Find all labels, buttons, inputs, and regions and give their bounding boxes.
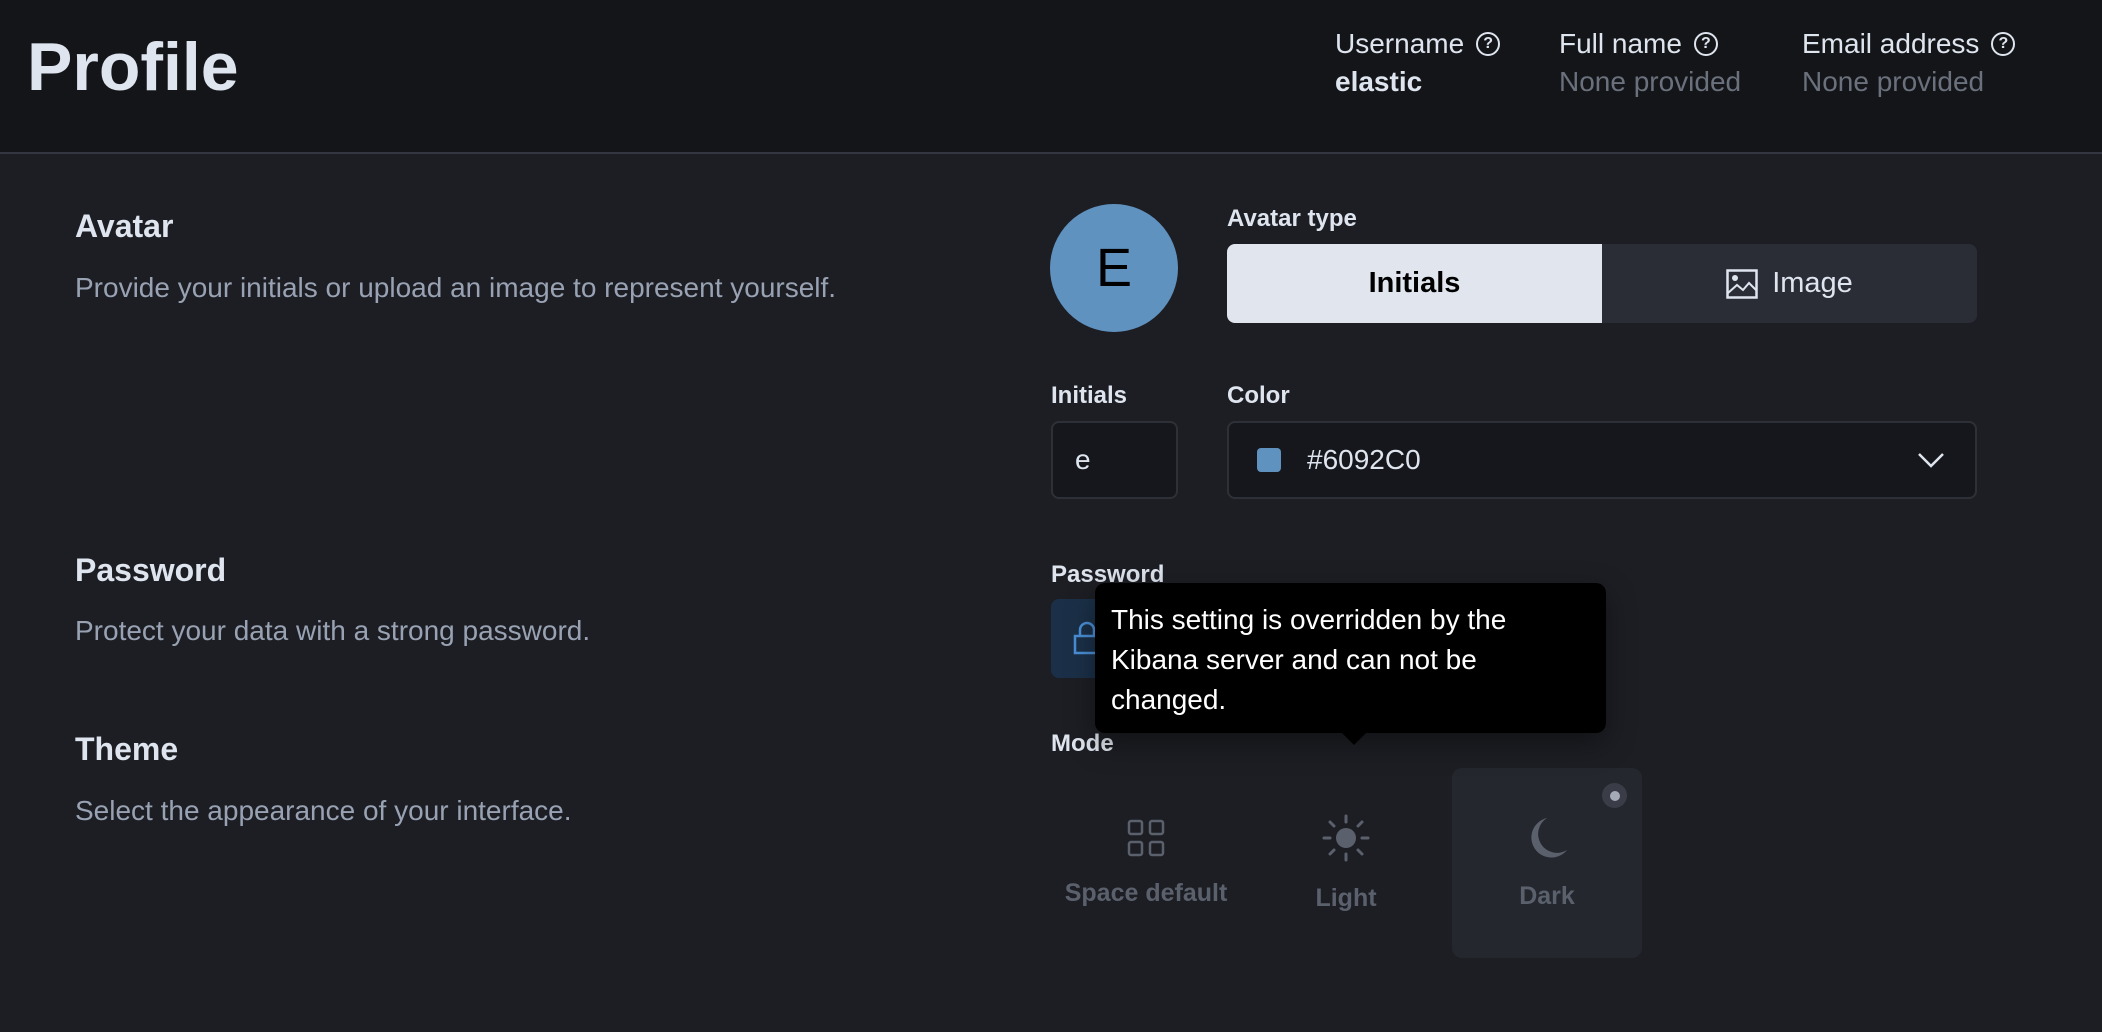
password-description: Protect your data with a strong password… — [75, 615, 591, 646]
email-field: Email address? None provided — [1802, 28, 2016, 98]
image-icon — [1726, 268, 1758, 299]
initials-option-button[interactable]: Initials — [1227, 244, 1602, 323]
avatar-type-toggle: Initials Image — [1227, 244, 1977, 323]
tooltip: This setting is overridden by the Kibana… — [1095, 583, 1606, 733]
password-heading: Password — [75, 552, 227, 588]
mode-option-space-default[interactable]: Space default — [1051, 768, 1241, 958]
tooltip-arrow — [1340, 731, 1368, 745]
page-header: Profile Username? elastic Full name? Non… — [0, 0, 2102, 154]
email-value: None provided — [1802, 66, 1985, 97]
initials-input[interactable]: e — [1051, 421, 1178, 499]
email-label: Email address — [1802, 28, 1980, 59]
color-picker-input[interactable]: #6092C0 — [1227, 421, 1977, 499]
avatar-description: Provide your initials or upload an image… — [75, 272, 837, 303]
full-name-field: Full name? None provided — [1559, 28, 1741, 98]
image-option-label: Image — [1772, 267, 1853, 299]
initials-value: e — [1075, 444, 1091, 475]
initials-option-label: Initials — [1368, 267, 1461, 299]
full-name-value: None provided — [1559, 66, 1742, 97]
mode-option-label: Dark — [1519, 881, 1575, 910]
theme-description: Select the appearance of your interface. — [75, 795, 572, 826]
avatar-heading: Avatar — [75, 208, 174, 244]
image-option-button[interactable]: Image — [1602, 244, 1977, 323]
moon-icon — [1531, 817, 1567, 858]
dark-mode-radio[interactable] — [1602, 783, 1627, 808]
color-swatch — [1257, 448, 1281, 472]
color-label: Color — [1227, 382, 1290, 409]
avatar-type-label: Avatar type — [1227, 205, 1357, 232]
chevron-down-icon[interactable] — [1917, 452, 1945, 468]
page-title: Profile — [27, 29, 239, 105]
full-name-label: Full name — [1559, 28, 1682, 59]
initials-label: Initials — [1051, 382, 1128, 409]
mode-option-light[interactable]: Light — [1251, 768, 1441, 958]
username-value: elastic — [1335, 66, 1423, 97]
help-icon[interactable]: ? — [1693, 32, 1718, 56]
theme-heading: Theme — [75, 731, 179, 767]
username-label: Username — [1335, 28, 1465, 59]
username-field: Username? elastic — [1335, 28, 1501, 98]
mode-option-label: Light — [1315, 883, 1377, 912]
avatar: E — [1050, 204, 1178, 332]
help-icon[interactable]: ? — [1476, 32, 1501, 56]
mode-option-label: Space default — [1064, 878, 1228, 907]
help-icon[interactable]: ? — [1991, 32, 2016, 56]
sun-icon — [1322, 814, 1370, 861]
grid-icon — [1127, 819, 1165, 856]
color-value: #6092C0 — [1307, 444, 1421, 475]
mode-label: Mode — [1051, 730, 1114, 757]
